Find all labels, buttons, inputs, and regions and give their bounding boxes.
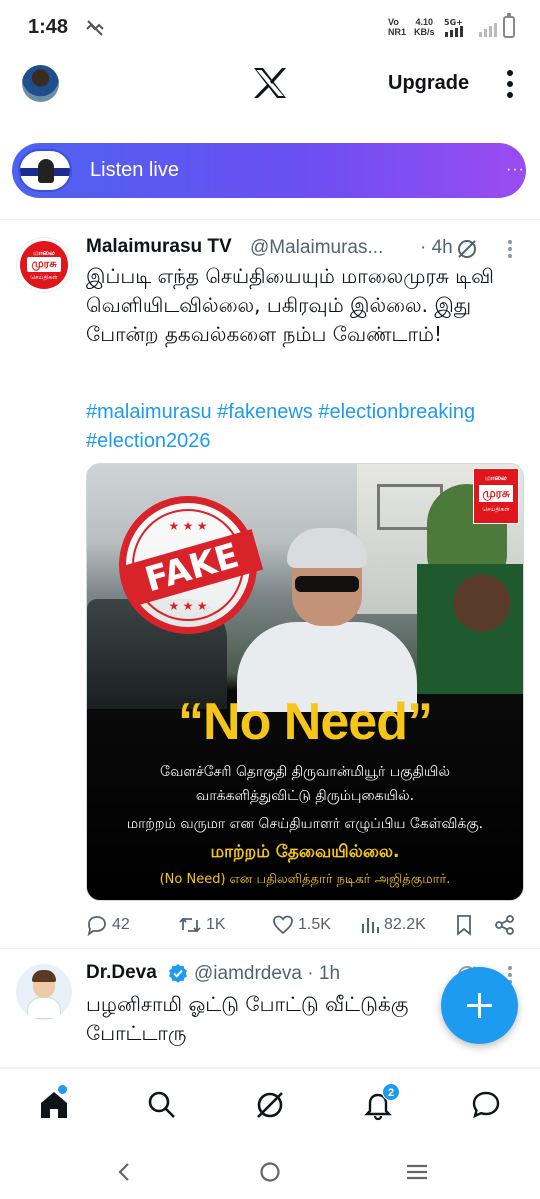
status-bar: 1:48 Vo NR1 4.10 KB/s 5G+ [0, 0, 540, 56]
signal-5g-icon: 5G+ [444, 18, 463, 37]
network-speed: 4.10 KB/s [414, 17, 435, 37]
tweet-author-name[interactable]: Dr.Deva [86, 962, 157, 984]
compose-button[interactable] [441, 967, 518, 1044]
listen-live-bar[interactable]: Listen live ··· [12, 143, 526, 198]
nav-messages[interactable] [470, 1089, 504, 1123]
tweet-author-handle[interactable]: @iamdrdeva · 1h [194, 963, 340, 985]
system-home-icon[interactable] [259, 1161, 281, 1183]
image-caption-line1: வேளச்சேரி தொகுதி திருவான்மியூர் பகுதியில… [160, 764, 450, 780]
system-recents-icon[interactable] [406, 1163, 428, 1181]
x-logo-icon [254, 68, 286, 98]
upgrade-button[interactable]: Upgrade [388, 72, 469, 95]
speed-value: 4.10 [415, 17, 434, 27]
like-button[interactable]: 1.5K [272, 912, 331, 938]
search-icon [148, 1091, 175, 1118]
notifications-badge: 2 [382, 1083, 400, 1101]
tweet-author-handle[interactable]: @Malaimuras... [250, 237, 383, 259]
listen-more-icon[interactable]: ··· [506, 161, 525, 179]
previous-tweet-edge [0, 212, 540, 220]
verified-badge-icon[interactable] [168, 963, 188, 983]
reply-count: 42 [112, 916, 130, 933]
fake-stamp-text: FAKE [120, 529, 264, 607]
tweet[interactable]: மாலை முரசு செய்திகள் Malaimurasu TV @Mal… [0, 222, 540, 949]
profile-avatar[interactable] [22, 65, 59, 102]
space-host-avatar [18, 149, 72, 192]
signal-label: 5G+ [444, 18, 463, 27]
tweet-actions: 42 1K 1.5K 82.2K [86, 912, 526, 938]
tweet-text: இப்படி எந்த செய்தியையும் மாலைமுரசு டிவி … [86, 264, 494, 346]
network-label: Vo NR1 [388, 17, 407, 37]
tweet-image[interactable]: மாலை முரசு செய்திகள் ★ ★ ★ FAKE ★ ★ ★ “N… [86, 463, 524, 901]
battery-icon [503, 13, 515, 38]
listen-live-label: Listen live [90, 159, 179, 181]
views-button[interactable]: 82.2K [360, 912, 426, 938]
speed-unit: KB/s [414, 27, 435, 37]
image-caption-line2: வாக்களித்துவிட்டு திரும்புகையில். [195, 788, 415, 804]
views-count: 82.2K [384, 916, 426, 933]
heart-icon [273, 915, 293, 935]
tweet-time[interactable]: · 4h [420, 237, 453, 259]
reply-button[interactable]: 42 [86, 912, 130, 938]
silent-mode-icon [86, 20, 104, 36]
nav-search[interactable] [146, 1089, 180, 1123]
image-subline: (No Need) என பதிலளித்தார் நடிகர் அஜித்கு… [159, 872, 451, 887]
bookmark-icon[interactable] [455, 914, 473, 936]
share-icon[interactable] [494, 914, 516, 936]
top-bar: Upgrade [0, 56, 540, 112]
system-nav-bar [0, 1144, 540, 1199]
tweet-author-name[interactable]: Malaimurasu TV [86, 236, 232, 258]
system-back-icon[interactable] [117, 1162, 131, 1182]
tweet-hashtags[interactable]: #malaimurasu #fakenews #electionbreaking… [86, 398, 526, 456]
status-time: 1:48 [28, 16, 69, 38]
tweet-text: பழனிசாமி ஓட்டு போட்டு வீட்டுக்கு போட்டார… [86, 992, 409, 1045]
tweet-author-avatar[interactable] [16, 964, 72, 1020]
home-icon [41, 1092, 67, 1118]
malaimurasu-logo: மாலை முரசு செய்திகள் [20, 241, 68, 289]
repost-button[interactable]: 1K [178, 912, 226, 938]
image-quote: “No Need” [178, 693, 433, 751]
grok-icon[interactable] [456, 238, 478, 260]
nav-grok[interactable] [254, 1089, 288, 1123]
fake-stamp: ★ ★ ★ FAKE ★ ★ ★ [119, 496, 264, 634]
like-count: 1.5K [298, 916, 331, 933]
bystander [417, 564, 523, 694]
image-caption-line3: மாற்றம் வருமா என செய்தியாளர் எழுப்பிய கே… [126, 816, 484, 832]
nav-home[interactable] [38, 1085, 72, 1123]
bottom-nav: 2 [0, 1068, 540, 1144]
tweet-more-icon[interactable] [506, 240, 514, 260]
views-icon [362, 918, 379, 933]
repost-icon [179, 917, 201, 933]
image-channel-logo: மாலை முரசு செய்திகள் [473, 468, 519, 524]
home-unread-dot [58, 1085, 67, 1094]
messages-icon [472, 1091, 500, 1119]
grok-icon [257, 1092, 283, 1118]
image-headline: மாற்றம் தேவையில்லை. [210, 842, 400, 862]
signal-strength-icon [479, 23, 497, 37]
repost-count: 1K [206, 916, 226, 933]
nav-notifications[interactable]: 2 [362, 1083, 400, 1123]
tweet-author-avatar[interactable]: மாலை முரசு செய்திகள் [16, 237, 72, 293]
reply-icon [87, 916, 106, 936]
more-options-icon[interactable] [503, 70, 517, 100]
